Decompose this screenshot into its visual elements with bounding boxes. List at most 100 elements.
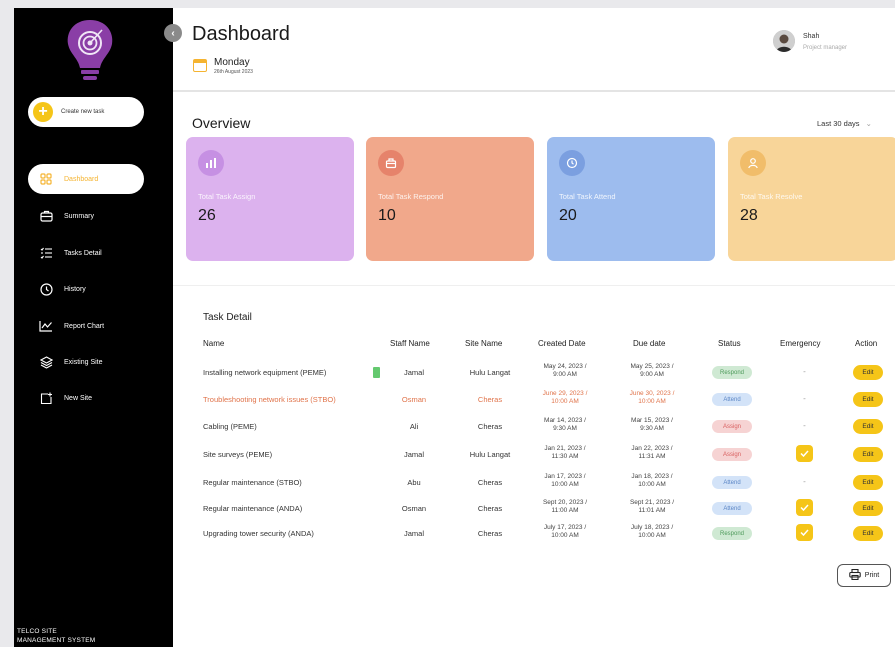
due-date-time: 11:31 AM <box>638 453 666 460</box>
emergency-checkbox[interactable] <box>796 499 813 516</box>
sidebar: + Create new task Dashboard Summary Task… <box>14 8 173 647</box>
created-date-time: 10:00 AM <box>551 532 579 539</box>
card-total-respond[interactable]: Total Task Respond 10 <box>366 137 534 261</box>
print-button[interactable]: Print <box>837 564 891 587</box>
emergency-checkbox[interactable] <box>796 524 813 541</box>
edit-button[interactable]: Edit <box>853 392 883 407</box>
due-date-time: 9:30 AM <box>640 425 664 432</box>
status-badge: Respond <box>712 366 752 379</box>
overview-title: Overview <box>192 115 251 131</box>
sidebar-item-new-site[interactable]: New Site <box>28 383 144 413</box>
sidebar-item-report-chart[interactable]: Report Chart <box>28 311 144 341</box>
respond-icon <box>378 150 404 176</box>
due-date-time: 10:00 AM <box>638 398 666 405</box>
edit-button[interactable]: Edit <box>853 475 883 490</box>
created-date-day: Sept 20, 2023 / <box>542 499 588 506</box>
user-icon <box>740 150 766 176</box>
sidebar-item-label: Report Chart <box>64 322 105 330</box>
site-name: Hulu Langat <box>469 368 511 377</box>
edit-button[interactable]: Edit <box>853 447 883 462</box>
due-date: Mar 15, 2023 /9:30 AM <box>617 417 687 433</box>
task-name: Upgrading tower security (ANDA) <box>203 529 314 538</box>
due-date: Jan 18, 2023 /10:00 AM <box>617 473 687 489</box>
created-date-time: 11:00 AM <box>551 507 579 514</box>
staff-name: Jamal <box>403 368 424 377</box>
clock-icon <box>36 279 56 299</box>
edit-button[interactable]: Edit <box>853 526 883 541</box>
task-name: Installing network equipment (PEME) <box>203 368 327 377</box>
edit-button[interactable]: Edit <box>853 365 883 380</box>
page-title: Dashboard <box>192 23 290 45</box>
status-badge: Assign <box>712 420 752 433</box>
chevron-down-icon: ⌄ <box>865 119 872 128</box>
created-date: Mar 14, 2023 /9:30 AM <box>530 417 600 433</box>
sidebar-item-label: Existing Site <box>64 358 103 366</box>
user-name: Shah <box>803 33 820 40</box>
due-date-time: 10:00 AM <box>638 481 666 488</box>
date-range-value: Last 30 days <box>817 119 860 128</box>
card-total-assign[interactable]: Total Task Assign 26 <box>186 137 354 261</box>
sidebar-item-tasks-detail[interactable]: Tasks Detail <box>28 238 144 268</box>
due-date-time: 10:00 AM <box>638 532 666 539</box>
sidebar-item-summary[interactable]: Summary <box>28 201 144 231</box>
create-task-button[interactable]: + Create new task <box>28 97 144 127</box>
due-date: May 25, 2023 /9:00 AM <box>617 363 687 379</box>
staff-name: Jamal <box>403 529 424 538</box>
column-header-site: Site Name <box>465 339 503 348</box>
new-site-icon <box>36 388 56 408</box>
task-name: Regular maintenance (STBO) <box>203 478 302 487</box>
chevron-left-icon: ‹ <box>171 27 175 39</box>
site-name: Cheras <box>477 422 503 431</box>
due-date: July 18, 2023 /10:00 AM <box>617 524 687 540</box>
due-date-day: May 25, 2023 / <box>630 363 674 370</box>
site-name: Cheras <box>477 478 503 487</box>
layers-icon <box>36 352 56 372</box>
column-header-name: Name <box>203 339 225 348</box>
card-value: 10 <box>378 207 396 224</box>
due-date-day: June 30, 2023 / <box>629 390 675 397</box>
created-date-day: July 17, 2023 / <box>543 524 587 531</box>
site-name: Cheras <box>477 529 503 538</box>
card-value: 26 <box>198 207 216 224</box>
line-chart-icon <box>36 316 56 336</box>
edit-button[interactable]: Edit <box>853 501 883 516</box>
emergency-empty[interactable]: - <box>796 367 813 376</box>
sidebar-item-history[interactable]: History <box>28 274 144 304</box>
card-total-attend[interactable]: Total Task Attend 20 <box>547 137 715 261</box>
staff-name: Osman <box>401 395 427 404</box>
avatar[interactable] <box>773 30 795 52</box>
briefcase-icon <box>36 206 56 226</box>
emergency-empty[interactable]: - <box>796 394 813 403</box>
plus-icon: + <box>33 102 53 122</box>
column-header-due: Due date <box>633 339 666 348</box>
created-date: June 29, 2023 /10:00 AM <box>530 390 600 406</box>
check-icon <box>800 504 809 511</box>
edit-button[interactable]: Edit <box>853 419 883 434</box>
status-badge: Assign <box>712 448 752 461</box>
status-badge: Respond <box>712 527 752 540</box>
card-value: 20 <box>559 207 577 224</box>
emergency-empty[interactable]: - <box>796 477 813 486</box>
task-name: Cabling (PEME) <box>203 422 257 431</box>
due-date-time: 9:00 AM <box>640 371 664 378</box>
date-range-select[interactable]: Last 30 days ⌄ <box>817 119 872 128</box>
sidebar-item-label: Dashboard <box>64 175 99 183</box>
column-header-staff: Staff Name <box>390 339 430 348</box>
emergency-checkbox[interactable] <box>796 445 813 462</box>
list-icon <box>36 243 56 263</box>
card-label: Total Task Attend <box>559 192 616 201</box>
due-date-day: Jan 18, 2023 / <box>631 473 673 480</box>
card-total-resolve[interactable]: Total Task Resolve 28 <box>728 137 895 261</box>
sidebar-item-dashboard[interactable]: Dashboard <box>28 164 144 194</box>
clock-icon <box>559 150 585 176</box>
emergency-empty[interactable]: - <box>796 421 813 430</box>
sidebar-item-existing-site[interactable]: Existing Site <box>28 347 144 377</box>
created-date: Jan 21, 2023 /11:30 AM <box>530 445 600 461</box>
site-name: Cheras <box>477 504 503 513</box>
created-date: July 17, 2023 /10:00 AM <box>530 524 600 540</box>
grid-icon <box>36 169 56 189</box>
logo <box>60 16 120 84</box>
collapse-sidebar-button[interactable]: ‹ <box>164 24 182 42</box>
staff-name: Abu <box>407 478 421 487</box>
sidebar-item-label: Summary <box>64 212 94 220</box>
